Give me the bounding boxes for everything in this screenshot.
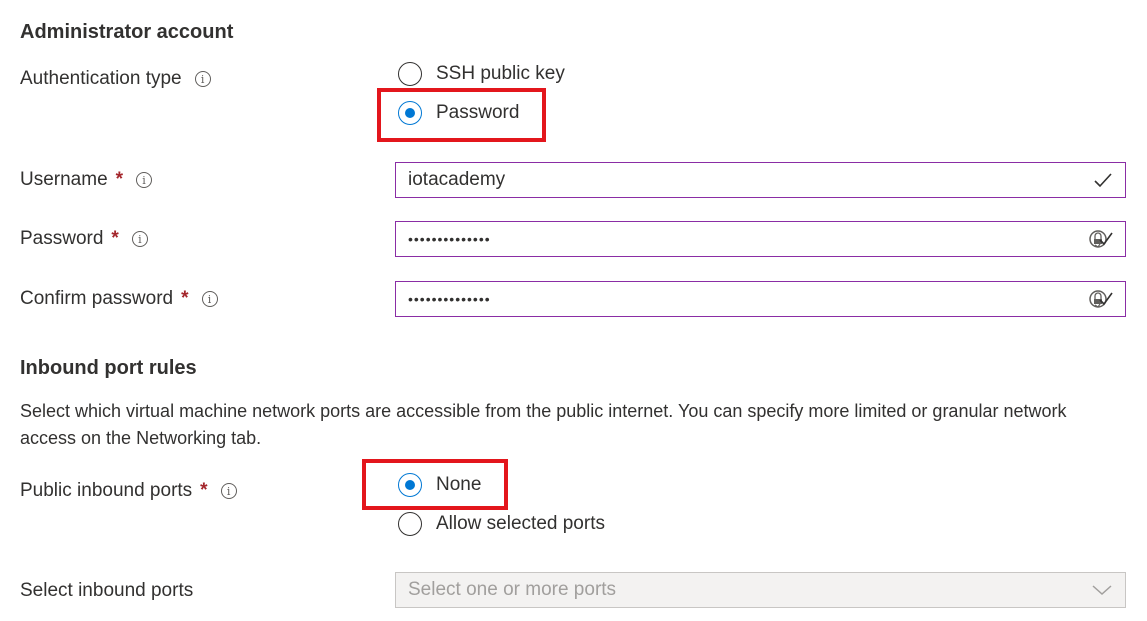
confirm-password-label: Confirm password * i xyxy=(20,288,218,310)
chevron-down-icon xyxy=(1092,585,1112,596)
check-icon xyxy=(1094,173,1112,188)
info-icon[interactable]: i xyxy=(131,231,148,247)
confirm-password-value[interactable]: •••••••••••••• xyxy=(408,291,1087,307)
confirm-password-label-text: Confirm password xyxy=(20,288,174,309)
required-marker: * xyxy=(181,288,189,309)
password-reveal-icon[interactable] xyxy=(1087,227,1113,251)
confirm-password-input[interactable]: •••••••••••••• xyxy=(395,281,1126,317)
auth-option-password-label: Password xyxy=(436,102,520,123)
public-inbound-ports-label: Public inbound ports * i xyxy=(20,480,237,502)
public-ports-option-allow-label: Allow selected ports xyxy=(436,513,605,534)
password-input[interactable]: •••••••••••••• xyxy=(395,221,1126,257)
auth-option-ssh[interactable]: SSH public key xyxy=(398,62,565,86)
password-label: Password * i xyxy=(20,228,148,250)
username-label-text: Username xyxy=(20,169,108,190)
info-icon[interactable]: i xyxy=(201,291,218,307)
public-ports-option-none[interactable]: None xyxy=(398,473,481,497)
password-value[interactable]: •••••••••••••• xyxy=(408,231,1087,247)
select-inbound-ports-placeholder: Select one or more ports xyxy=(408,579,617,600)
radio-unchecked-icon[interactable] xyxy=(398,512,422,536)
inbound-section-title: Inbound port rules xyxy=(20,357,197,379)
auth-type-label-text: Authentication type xyxy=(20,68,182,89)
radio-checked-icon[interactable] xyxy=(398,473,422,497)
password-label-text: Password xyxy=(20,228,104,249)
username-label: Username * i xyxy=(20,169,153,191)
public-ports-option-none-label: None xyxy=(436,474,482,495)
inbound-description: Select which virtual machine network por… xyxy=(20,401,1067,448)
info-icon[interactable]: i xyxy=(136,172,153,188)
username-input[interactable]: iotacademy xyxy=(395,162,1126,198)
password-reveal-icon[interactable] xyxy=(1087,287,1113,311)
auth-option-password[interactable]: Password xyxy=(398,101,519,125)
username-value[interactable]: iotacademy xyxy=(408,169,1093,191)
auth-option-ssh-label: SSH public key xyxy=(436,63,565,84)
public-ports-option-allow[interactable]: Allow selected ports xyxy=(398,512,605,536)
radio-unchecked-icon[interactable] xyxy=(398,62,422,86)
required-marker: * xyxy=(115,169,124,190)
required-marker: * xyxy=(111,228,119,249)
public-inbound-ports-label-text: Public inbound ports xyxy=(20,480,193,501)
admin-section-title: Administrator account xyxy=(20,21,234,43)
radio-checked-icon[interactable] xyxy=(398,101,422,125)
auth-type-label: Authentication type i xyxy=(20,68,211,90)
info-icon[interactable]: i xyxy=(220,483,237,499)
select-inbound-ports-dropdown[interactable]: Select one or more ports xyxy=(395,572,1126,608)
info-icon[interactable]: i xyxy=(194,71,211,87)
select-inbound-ports-label: Select inbound ports xyxy=(20,580,194,601)
required-marker: * xyxy=(200,480,208,501)
